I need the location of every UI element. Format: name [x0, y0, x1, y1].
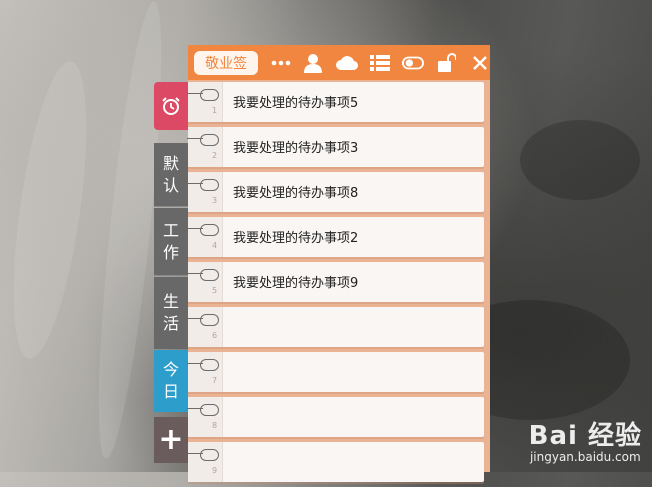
watermark-logo: Bai 经验 — [528, 421, 642, 451]
note-number: 8 — [212, 421, 218, 430]
note-text: 我要处理的待办事项2 — [233, 231, 359, 246]
note-item[interactable]: 6 — [187, 307, 484, 347]
tab-today-label-1: 今 — [162, 360, 179, 379]
note-strip — [188, 352, 223, 392]
note-text: 我要处理的待办事项9 — [233, 276, 359, 291]
watermark-url: jingyan.baidu.com — [529, 450, 641, 464]
note-text: 我要处理的待办事项3 — [233, 141, 359, 156]
note-number: 2 — [212, 151, 218, 160]
note-strip — [188, 307, 223, 347]
tab-work[interactable]: 工 作 — [154, 208, 188, 276]
note-number: 3 — [212, 196, 218, 205]
alarm-tab[interactable] — [154, 82, 188, 130]
tab-default-label-1: 默 — [162, 153, 179, 173]
note-text: 我要处理的待办事项5 — [233, 96, 359, 111]
note-number: 1 — [212, 106, 218, 115]
more-icon[interactable] — [270, 52, 291, 74]
tab-work-label-1: 工 — [162, 220, 179, 240]
background-texture — [520, 120, 640, 200]
tab-default-label-2: 认 — [162, 175, 179, 195]
tab-today-label-2: 日 — [162, 382, 179, 401]
background-texture — [0, 57, 101, 363]
note-number: 7 — [212, 376, 218, 385]
plus-icon: + — [158, 422, 184, 457]
note-item[interactable]: 1 我要处理的待办事项5 — [187, 82, 484, 122]
app-logo[interactable]: 敬业签 — [194, 50, 259, 75]
close-icon[interactable] — [469, 52, 490, 74]
note-item[interactable]: 2 我要处理的待办事项3 — [187, 127, 484, 167]
note-number: 5 — [212, 286, 218, 295]
note-number: 6 — [212, 331, 218, 340]
paperclip-icon — [187, 89, 219, 101]
tab-life[interactable]: 生 活 — [154, 277, 188, 349]
notes-list: 1 我要处理的待办事项5 2 我要处理的待办事项3 3 我要处理的待办事项8 4 我要处… — [187, 82, 484, 487]
note-item[interactable]: 8 — [187, 397, 484, 437]
note-item[interactable]: 9 — [187, 442, 484, 482]
paperclip-icon — [187, 359, 219, 371]
note-text: 我要处理的待办事项8 — [233, 186, 359, 201]
paperclip-icon — [187, 179, 219, 191]
toolbar: 敬业签 — [188, 45, 490, 80]
note-strip — [188, 262, 223, 302]
tab-default[interactable]: 默 认 — [154, 143, 188, 207]
note-strip — [188, 217, 223, 257]
note-item[interactable]: 3 我要处理的待办事项8 — [187, 172, 484, 212]
note-number: 9 — [212, 466, 218, 475]
add-category-button[interactable]: + — [154, 417, 188, 463]
note-strip — [188, 397, 223, 437]
alarm-clock-icon — [162, 97, 180, 115]
note-number: 4 — [212, 241, 218, 250]
note-item[interactable]: 4 我要处理的待办事项2 — [187, 217, 484, 257]
tab-today[interactable]: 今 日 — [154, 350, 188, 412]
watermark: Bai 经验 jingyan.baidu.com — [529, 415, 642, 464]
paperclip-icon — [187, 314, 219, 326]
note-strip — [188, 82, 223, 122]
note-strip — [188, 442, 223, 482]
notes-panel: 敬业签 1 我要处理的待办事项5 2 我要处理的待办事项3 3 我要处理的待办事… — [187, 45, 490, 482]
list-icon[interactable] — [370, 52, 391, 74]
paperclip-icon — [187, 449, 219, 461]
note-item[interactable]: 5 我要处理的待办事项9 — [187, 262, 484, 302]
tab-life-label-1: 生 — [162, 292, 179, 311]
toggle-icon[interactable] — [402, 52, 425, 74]
note-strip — [188, 172, 223, 212]
unlock-icon[interactable] — [436, 52, 457, 74]
paperclip-icon — [187, 269, 219, 281]
paperclip-icon — [187, 224, 219, 236]
user-icon[interactable] — [303, 52, 324, 74]
cloud-icon[interactable] — [335, 52, 358, 74]
paperclip-icon — [187, 404, 219, 416]
tab-life-label-2: 活 — [162, 314, 179, 333]
sticky-notes-app: 默 认 工 作 生 活 今 日 + 敬业签 1 我要处理的待办事项5 2 我要处… — [154, 45, 490, 482]
note-strip — [188, 127, 223, 167]
tab-work-label-2: 作 — [162, 242, 179, 262]
paperclip-icon — [187, 134, 219, 146]
note-item[interactable]: 7 — [187, 352, 484, 392]
